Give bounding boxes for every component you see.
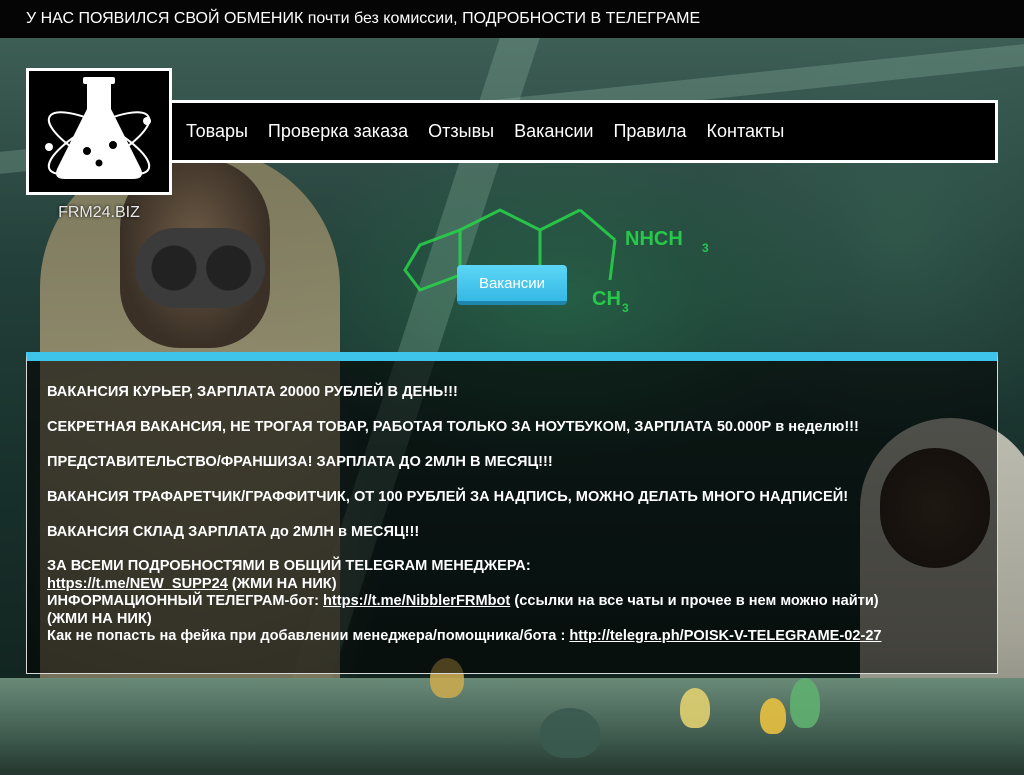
bot-line: ИНФОРМАЦИОННЫЙ ТЕЛЕГРАМ-бот: https://t.m… [47,593,977,611]
svg-text:3: 3 [622,301,629,315]
svg-text:CH: CH [592,288,621,310]
bot-telegram-link[interactable]: https://t.me/NibblerFRMbot [323,593,510,609]
announcement-text: У НАС ПОЯВИЛСЯ СВОЙ ОБМЕНИК почти без ко… [26,10,701,27]
bot-note-line: (ЖМИ НА НИК) [47,610,152,627]
nav-item-vacancies[interactable]: Вакансии [514,121,593,142]
nav-item-order-check[interactable]: Проверка заказа [268,121,408,142]
fake-warning-link[interactable]: http://telegra.ph/POISK-V-TELEGRAME-02-2… [569,628,881,644]
site-logo[interactable] [26,68,172,195]
nav-item-reviews[interactable]: Отзывы [428,121,494,142]
manager-line: https://t.me/NEW_SUPP24 (ЖМИ НА НИК) [47,576,977,594]
vacancies-button[interactable]: Вакансии [457,265,567,305]
announcement-bar: У НАС ПОЯВИЛСЯ СВОЙ ОБМЕНИК почти без ко… [0,0,1024,38]
vacancy-item: СЕКРЕТНАЯ ВАКАНСИЯ, НЕ ТРОГАЯ ТОВАР, РАБ… [47,419,859,435]
contact-heading: ЗА ВСЕМИ ПОДРОБНОСТЯМИ В ОБЩИЙ TELEGRAM … [47,558,531,574]
nav-item-rules[interactable]: Правила [613,121,686,142]
vacancy-item: ВАКАНСИЯ КУРЬЕР, ЗАРПЛАТА 20000 РУБЛЕЙ В… [47,384,458,400]
svg-text:3: 3 [702,241,709,255]
nav-item-contacts[interactable]: Контакты [707,121,785,142]
lab-table [0,678,1024,775]
main-nav: Товары Проверка заказа Отзывы Вакансии П… [172,100,998,163]
vacancy-item: ПРЕДСТАВИТЕЛЬСТВО/ФРАНШИЗА! ЗАРПЛАТА ДО … [47,454,553,470]
contact-info: ЗА ВСЕМИ ПОДРОБНОСТЯМИ В ОБЩИЙ TELEGRAM … [47,558,977,646]
manager-telegram-link[interactable]: https://t.me/NEW_SUPP24 [47,576,228,592]
fake-warning-line: Как не попасть на фейка при добавлении м… [47,628,977,646]
flask-atom-icon [45,77,151,179]
gas-mask [135,228,265,308]
brand-name: FRM24.BIZ [58,204,140,221]
vacancy-item: ВАКАНСИЯ ТРАФАРЕТЧИК/ГРАФФИТЧИК, ОТ 100 … [47,489,849,505]
svg-text:NHCH: NHCH [625,228,683,250]
bot-label: ИНФОРМАЦИОННЫЙ ТЕЛЕГРАМ-бот: [47,593,324,610]
manager-note: (ЖМИ НА НИК) [227,575,337,592]
fake-warning-label: Как не попасть на фейка при добавлении м… [47,628,570,645]
nav-item-products[interactable]: Товары [186,121,248,142]
vacancy-item: ВАКАНСИЯ СКЛАД ЗАРПЛАТА до 2МЛН в МЕСЯЦ!… [47,524,420,540]
bot-note: (ссылки на все чаты и прочее в нем можно… [510,593,879,610]
vacancies-panel: ВАКАНСИЯ КУРЬЕР, ЗАРПЛАТА 20000 РУБЛЕЙ В… [26,352,998,674]
